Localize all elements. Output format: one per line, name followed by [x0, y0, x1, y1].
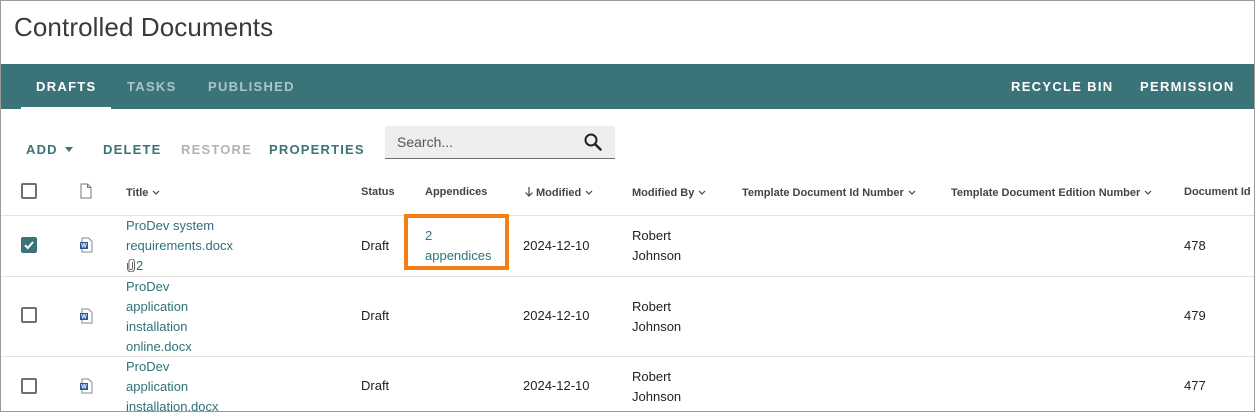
caret-down-icon	[64, 147, 73, 152]
search-box	[385, 126, 615, 159]
delete-button[interactable]: DELETE	[103, 142, 161, 157]
column-header-label: Title	[126, 187, 149, 199]
modified-cell: 2024-12-10	[523, 238, 590, 253]
status-cell: Draft	[361, 308, 390, 323]
checkmark-icon	[24, 241, 34, 250]
search-input[interactable]	[385, 126, 599, 158]
highlight-box	[404, 214, 509, 270]
row-checkbox[interactable]	[21, 237, 37, 253]
column-header-appendices[interactable]: Appendices	[425, 186, 487, 198]
tab-bar: DRAFTS TASKS PUBLISHED RECYCLE BIN PERMI…	[1, 64, 1254, 109]
tab-published[interactable]: PUBLISHED	[208, 64, 295, 109]
modified-cell: 2024-12-10	[523, 378, 590, 393]
modified-by-line: Robert	[632, 228, 672, 243]
modified-by-line: Johnson	[632, 389, 682, 404]
sort-down-arrow-icon	[524, 186, 534, 200]
title-line: application	[126, 379, 189, 394]
title-line: ProDev system	[126, 218, 215, 233]
search-icon[interactable]	[584, 133, 602, 156]
chevron-down-icon	[152, 186, 160, 198]
add-button-label: ADD	[26, 142, 58, 157]
modified-by-cell: Robert Johnson	[632, 297, 681, 337]
modified-by-line: Johnson	[632, 319, 682, 334]
column-header-modified-by[interactable]: Modified By	[632, 186, 706, 199]
column-header-label: Modified	[536, 187, 582, 199]
recycle-bin-button[interactable]: RECYCLE BIN	[1011, 64, 1113, 109]
permission-button[interactable]: PERMISSION	[1140, 64, 1235, 109]
svg-text:W: W	[81, 244, 87, 250]
svg-text:W: W	[81, 385, 87, 391]
modified-by-line: Robert	[632, 299, 672, 314]
chevron-down-icon	[585, 186, 593, 198]
chevron-down-icon	[1144, 186, 1152, 198]
column-header-document-id[interactable]: Document Id	[1184, 186, 1251, 198]
paperclip-icon	[127, 258, 135, 273]
attachment-count: 2	[126, 256, 233, 276]
status-cell: Draft	[361, 238, 390, 253]
chevron-down-icon	[698, 186, 706, 198]
document-title-link[interactable]: ProDev system requirements.docx 2	[126, 216, 233, 276]
svg-text:W: W	[81, 315, 87, 321]
column-header-status[interactable]: Status	[361, 186, 395, 198]
row-checkbox[interactable]	[21, 307, 37, 323]
title-line: online.docx	[126, 339, 192, 354]
file-icon	[80, 183, 92, 204]
word-doc-icon: W	[80, 308, 93, 329]
tab-drafts[interactable]: DRAFTS	[21, 64, 110, 109]
column-header-modified[interactable]: Modified	[524, 186, 593, 200]
document-id-cell: 478	[1184, 238, 1206, 253]
title-line: installation.docx	[126, 399, 219, 412]
modified-by-cell: Robert Johnson	[632, 367, 681, 407]
modified-by-line: Johnson	[632, 248, 682, 263]
title-line: requirements.docx	[126, 238, 233, 253]
word-doc-icon: W	[80, 237, 93, 258]
document-title-link[interactable]: ProDev application installation.docx	[126, 357, 219, 412]
document-title-link[interactable]: ProDev application installation online.d…	[126, 277, 192, 357]
column-header-title[interactable]: Title	[126, 186, 160, 199]
status-cell: Draft	[361, 378, 390, 393]
column-header-template-doc-edition[interactable]: Template Document Edition Number	[951, 186, 1152, 199]
title-line: application	[126, 299, 189, 314]
properties-button[interactable]: PROPERTIES	[269, 142, 365, 157]
tab-tasks[interactable]: TASKS	[127, 64, 177, 109]
column-header-label: Modified By	[632, 187, 695, 199]
title-line: ProDev	[126, 359, 170, 374]
title-line: installation	[126, 319, 188, 334]
row-checkbox[interactable]	[21, 378, 37, 394]
chevron-down-icon	[908, 186, 916, 198]
document-id-cell: 479	[1184, 308, 1206, 323]
modified-by-cell: Robert Johnson	[632, 226, 681, 266]
restore-button: RESTORE	[181, 142, 253, 157]
select-all-checkbox[interactable]	[21, 183, 37, 199]
column-header-label: Template Document Id Number	[742, 187, 904, 199]
document-id-cell: 477	[1184, 378, 1206, 393]
modified-cell: 2024-12-10	[523, 308, 590, 323]
word-doc-icon: W	[80, 378, 93, 399]
column-header-label: Template Document Edition Number	[951, 187, 1141, 199]
app-frame: Controlled Documents DRAFTS TASKS PUBLIS…	[0, 0, 1255, 412]
attachment-count-value: 2	[136, 258, 144, 273]
modified-by-line: Robert	[632, 369, 672, 384]
add-button[interactable]: ADD	[26, 142, 73, 157]
page-title: Controlled Documents	[14, 12, 274, 42]
column-header-template-doc-id[interactable]: Template Document Id Number	[742, 186, 916, 199]
title-line: ProDev	[126, 279, 170, 294]
